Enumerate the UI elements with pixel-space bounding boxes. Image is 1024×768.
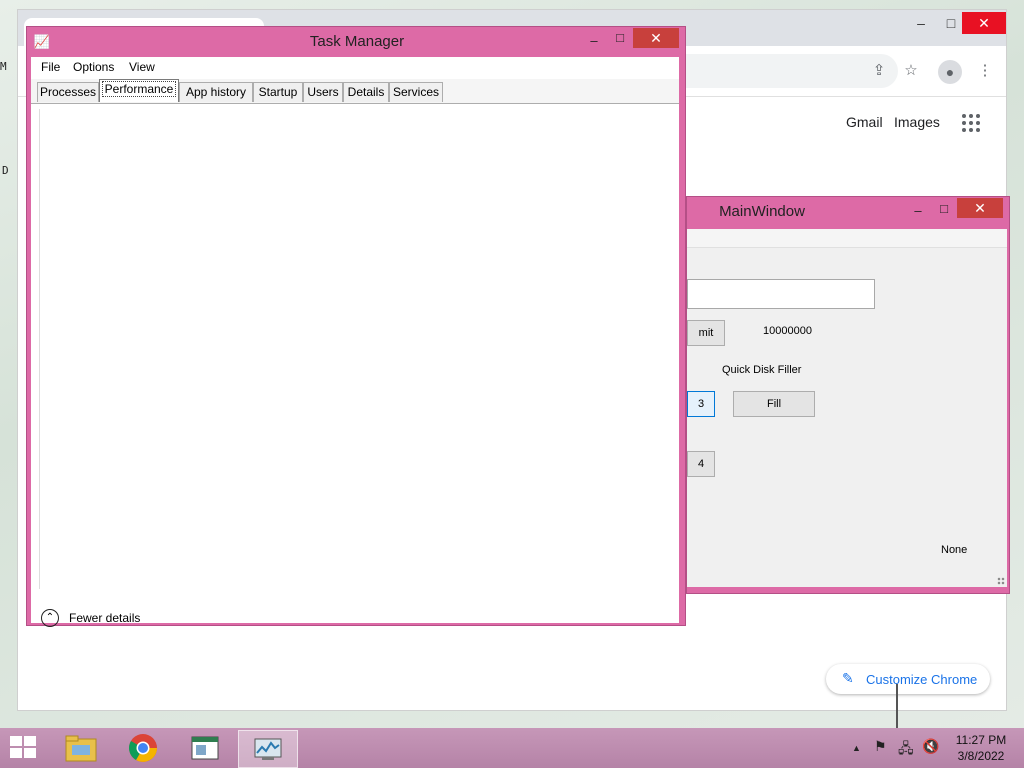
- customize-chrome-button[interactable]: ✎ Customize Chrome: [826, 664, 990, 694]
- quick-disk-filler-label: Quick Disk Filler: [722, 364, 802, 376]
- file-explorer-taskbar-button[interactable]: [52, 730, 110, 766]
- chrome-close-button[interactable]: ✕: [962, 12, 1006, 34]
- tab-performance[interactable]: Performance: [99, 79, 179, 102]
- performance-panel: [39, 109, 672, 589]
- tab-startup[interactable]: Startup: [253, 82, 303, 102]
- task-manager-menubar: File Options View: [31, 57, 679, 77]
- fewer-details-label: Fewer details: [69, 611, 141, 625]
- task-manager-client: File Options View Processes Performance …: [31, 57, 679, 627]
- task-manager-app-icon: 📈: [33, 34, 51, 49]
- address-bar[interactable]: [658, 54, 898, 88]
- start-button[interactable]: [10, 736, 38, 760]
- chrome-minimize-button[interactable]: –: [906, 12, 936, 34]
- callout-connector: [880, 684, 898, 732]
- tab-users[interactable]: Users: [303, 82, 343, 102]
- app-window-taskbar-button[interactable]: [176, 730, 234, 766]
- share-icon[interactable]: ⇪: [868, 60, 890, 82]
- volume-muted-icon[interactable]: 🔇: [922, 738, 939, 755]
- network-icon[interactable]: 🖧: [898, 738, 914, 762]
- chrome-taskbar-button[interactable]: [114, 730, 172, 766]
- task-manager-close-button[interactable]: ✕: [633, 28, 679, 48]
- images-link[interactable]: Images: [894, 114, 940, 130]
- button-3[interactable]: 3: [687, 391, 715, 417]
- taskbar: ▲ ⚑ 🖧 🔇 11:27 PM 3/8/2022: [0, 728, 1024, 768]
- taskbar-clock[interactable]: 11:27 PM 3/8/2022: [948, 732, 1014, 764]
- tray-overflow-arrow[interactable]: ▲: [852, 743, 861, 753]
- desktop-icon-label[interactable]: D: [2, 164, 9, 177]
- desktop-icon-label[interactable]: M: [0, 60, 7, 73]
- chrome-icon: [129, 734, 157, 762]
- tab-app-history[interactable]: App history: [179, 82, 253, 102]
- task-manager-window: 📈 Task Manager – □ ✕ File Options View P…: [26, 26, 686, 627]
- main-window-title: MainWindow: [719, 203, 805, 220]
- action-center-flag-icon[interactable]: ⚑: [874, 738, 887, 755]
- tab-processes[interactable]: Processes: [37, 82, 99, 102]
- folder-icon: [65, 735, 97, 762]
- main-window-maximize-button[interactable]: □: [929, 199, 959, 219]
- tab-details[interactable]: Details: [343, 82, 389, 102]
- profile-icon[interactable]: ●: [938, 60, 962, 84]
- main-window-close-button[interactable]: ✕: [957, 198, 1003, 218]
- pencil-icon: ✎: [842, 670, 854, 686]
- menu-options[interactable]: Options: [73, 60, 114, 74]
- main-window-menubar: [687, 229, 1007, 248]
- button-4[interactable]: 4: [687, 451, 715, 477]
- tab-services[interactable]: Services: [389, 82, 443, 102]
- submit-button[interactable]: mit: [687, 320, 725, 346]
- task-manager-icon: [254, 738, 282, 760]
- resize-grip[interactable]: [997, 577, 1005, 585]
- task-manager-maximize-button[interactable]: □: [605, 28, 635, 48]
- window-app-icon: [191, 736, 219, 760]
- clock-date: 3/8/2022: [957, 749, 1005, 763]
- main-window: MainWindow – □ ✕ mit 10000000 Quick Disk…: [686, 196, 1010, 594]
- menu-view[interactable]: View: [129, 60, 155, 74]
- task-manager-tabs: Processes Performance App history Startu…: [31, 79, 679, 104]
- menu-file[interactable]: File: [41, 60, 60, 74]
- task-manager-taskbar-button[interactable]: [238, 730, 298, 768]
- status-label: None: [941, 544, 968, 556]
- task-manager-title: Task Manager: [309, 33, 405, 50]
- more-icon[interactable]: ⋮: [974, 60, 996, 82]
- chevron-up-icon: ⌃: [41, 609, 59, 627]
- main-window-client: mit 10000000 Quick Disk Filler 3 Fill 4 …: [687, 229, 1007, 587]
- fill-button[interactable]: Fill: [733, 391, 815, 417]
- star-icon[interactable]: ☆: [900, 60, 922, 82]
- clock-time: 11:27 PM: [955, 733, 1007, 747]
- value-label: 10000000: [763, 325, 812, 337]
- gmail-link[interactable]: Gmail: [846, 114, 883, 130]
- apps-grid-icon[interactable]: [962, 114, 980, 132]
- main-window-text-input[interactable]: [687, 279, 875, 309]
